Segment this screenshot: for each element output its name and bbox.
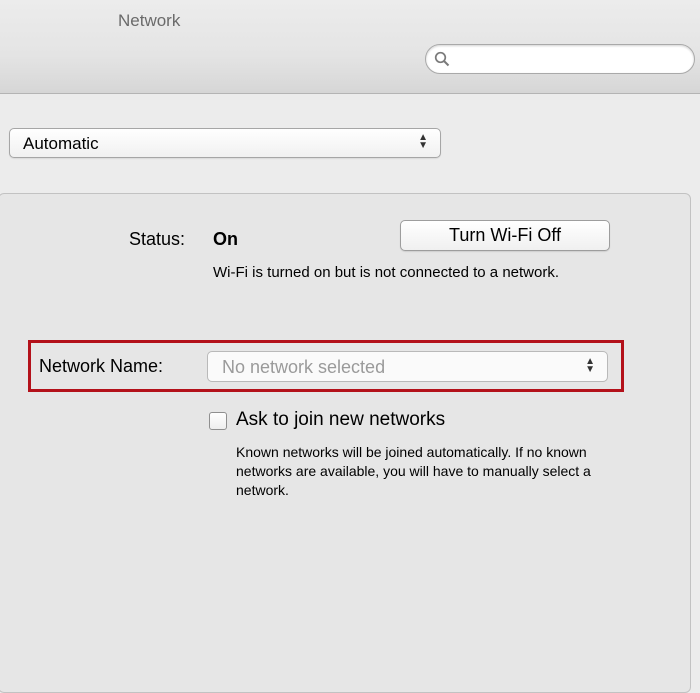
search-input[interactable] bbox=[456, 48, 685, 72]
up-down-arrows-icon: ▲ ▼ bbox=[418, 132, 428, 151]
status-description: Wi-Fi is turned on but is not connected … bbox=[213, 264, 560, 281]
network-name-value: No network selected bbox=[222, 357, 386, 377]
network-name-label: Network Name: bbox=[39, 356, 164, 376]
ask-to-join-checkbox[interactable] bbox=[209, 412, 227, 430]
search-field[interactable] bbox=[425, 44, 695, 74]
status-value: On bbox=[213, 229, 238, 249]
location-popup[interactable]: Automatic ▲ ▼ bbox=[9, 128, 441, 158]
ask-to-join-help: Known networks will be joined automatica… bbox=[236, 444, 591, 498]
window-title: Network bbox=[118, 11, 181, 30]
search-icon bbox=[434, 51, 450, 67]
window-toolbar: Network bbox=[0, 0, 700, 94]
ask-to-join-label[interactable]: Ask to join new networks bbox=[236, 409, 445, 431]
turn-wifi-off-button[interactable]: Turn Wi-Fi Off bbox=[400, 220, 610, 251]
status-label: Status: bbox=[129, 229, 186, 249]
network-name-popup[interactable]: No network selected ▲ ▼ bbox=[207, 351, 608, 382]
up-down-arrows-icon: ▲ ▼ bbox=[585, 356, 595, 375]
location-value: Automatic bbox=[23, 134, 99, 153]
